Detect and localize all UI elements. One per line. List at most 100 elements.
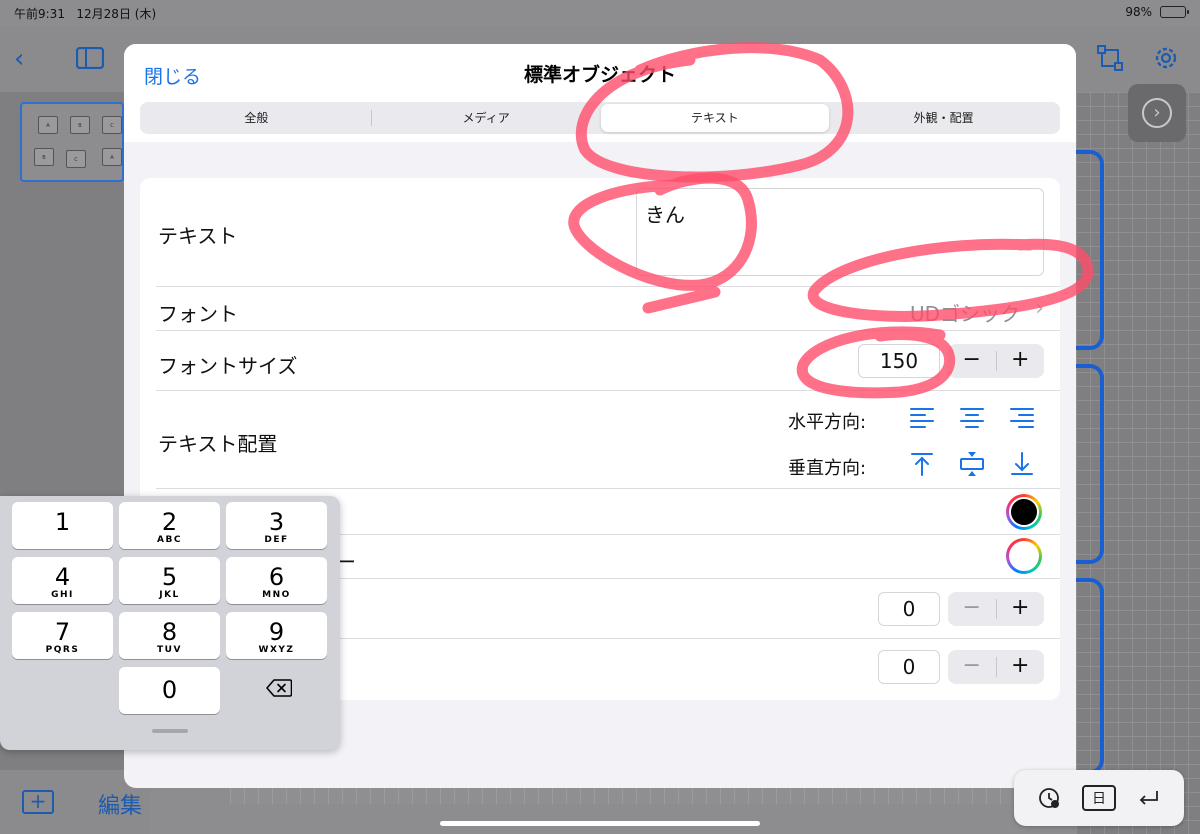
key-letters: WXYZ: [258, 645, 295, 655]
home-indicator[interactable]: [440, 821, 760, 826]
value-field-1[interactable]: 0: [878, 592, 940, 626]
decrement-button[interactable]: −: [948, 592, 996, 626]
status-time: 午前9:31 12月28日 (木): [14, 5, 156, 22]
thumbnail-key: A: [38, 116, 58, 134]
status-date-value: 12月28日 (木): [76, 7, 157, 21]
key-digit: 7: [54, 618, 71, 646]
key-digit: 4: [54, 563, 71, 591]
edit-button[interactable]: 編集: [98, 788, 142, 820]
key-5[interactable]: 5 JKL: [119, 557, 220, 604]
key-shape-outline: [1076, 150, 1104, 350]
font-value[interactable]: UDゴシック: [910, 298, 1020, 327]
calendar-icon[interactable]: 日: [1082, 785, 1116, 811]
key-2[interactable]: 2 ABC: [119, 502, 220, 549]
key-letters: TUV: [157, 645, 182, 655]
key-7[interactable]: 7 PQRS: [12, 612, 113, 659]
row-divider: [156, 390, 1060, 391]
key-letters: ABC: [157, 535, 182, 545]
key-digit: 8: [161, 618, 178, 646]
sheet-header: 閉じる 標準オブジェクト: [124, 44, 1076, 100]
chevron-right-icon[interactable]: ›: [1035, 296, 1044, 321]
increment-button[interactable]: +: [997, 344, 1045, 378]
font-size-stepper: − +: [948, 344, 1044, 378]
font-label: フォント: [158, 302, 238, 326]
battery-percent: 98%: [1125, 5, 1152, 19]
sheet-title: 標準オブジェクト: [523, 64, 676, 86]
number-keypad: 1 2 ABC 3 DEF 4 GHI 5 JKL 6 MNO 7 PQRS 8 TUV 9W…: [0, 496, 340, 750]
tab-text[interactable]: テキスト: [600, 104, 830, 132]
decrement-button[interactable]: −: [948, 344, 996, 378]
vertical-label: 垂直方向:: [788, 458, 867, 479]
status-time-value: 午前9:31: [14, 7, 65, 21]
key-8[interactable]: 8 TUV: [119, 612, 220, 659]
font-size-label: フォントサイズ: [158, 354, 298, 378]
key-9[interactable]: 9 WXYZ: [226, 612, 327, 659]
tab-appearance[interactable]: 外観・配置: [829, 104, 1058, 132]
sidebar-toggle-icon[interactable]: [75, 46, 105, 76]
key-4[interactable]: 4 GHI: [12, 557, 113, 604]
thumbnail-key: A: [102, 148, 122, 166]
tab-media[interactable]: メディア: [372, 104, 601, 132]
align-right-icon[interactable]: [1008, 404, 1036, 432]
keyboard-toolbar: 日: [1014, 770, 1184, 826]
key-digit: 1: [54, 508, 71, 536]
text-label: テキスト: [158, 224, 238, 248]
key-6[interactable]: 6 MNO: [226, 557, 327, 604]
keypad-grabber[interactable]: [152, 729, 188, 733]
decrement-button[interactable]: −: [948, 650, 996, 684]
key-digit: 3: [268, 508, 285, 536]
value-stepper-2: − +: [948, 650, 1044, 684]
align-top-icon[interactable]: [908, 450, 936, 478]
key-letters: GHI: [51, 590, 74, 600]
align-middle-icon[interactable]: [958, 450, 986, 478]
background-grid-strip: [230, 788, 1016, 804]
thumbnail-key: B: [34, 148, 54, 166]
backspace-icon[interactable]: [266, 679, 292, 697]
key-digit: 9: [268, 618, 285, 646]
row-divider: [156, 286, 1060, 287]
align-center-icon[interactable]: [958, 404, 986, 432]
tab-general[interactable]: 全般: [142, 104, 371, 132]
font-size-field[interactable]: 150: [858, 344, 940, 378]
align-bottom-icon[interactable]: [1008, 450, 1036, 478]
segmented-control: 全般 メディア テキスト 外観・配置: [140, 102, 1060, 134]
key-digit: 2: [161, 508, 178, 536]
increment-button[interactable]: +: [997, 592, 1045, 626]
text-alignment-label: テキスト配置: [158, 432, 278, 456]
text-color-swatch: [1009, 497, 1039, 527]
key-shape-outline: [1076, 578, 1104, 774]
thumbnail-key: C: [66, 150, 86, 168]
text-input[interactable]: きん: [636, 188, 1044, 276]
key-1[interactable]: 1: [12, 502, 113, 549]
thumbnail-key: B: [70, 116, 90, 134]
key-letters: MNO: [262, 590, 291, 600]
transform-icon[interactable]: [1096, 44, 1124, 79]
align-left-icon[interactable]: [908, 404, 936, 432]
add-slide-icon[interactable]: +: [22, 790, 54, 814]
tab-bar: 全般 メディア テキスト 外観・配置: [124, 100, 1076, 142]
thumbnail-key: C: [102, 116, 122, 134]
undo-keyboard-icon[interactable]: [1032, 785, 1066, 811]
slide-thumbnail[interactable]: A B C B C A: [20, 102, 124, 182]
key-0[interactable]: 0: [119, 667, 220, 714]
horizontal-label: 水平方向:: [788, 412, 867, 433]
key-digit: 5: [161, 563, 178, 591]
gear-icon[interactable]: [1152, 44, 1180, 79]
back-chevron-icon[interactable]: ‹: [14, 44, 24, 74]
return-icon[interactable]: [1132, 785, 1166, 811]
key-letters: PQRS: [45, 645, 80, 655]
key-digit: 0: [161, 676, 178, 704]
value-field-2[interactable]: 0: [878, 650, 940, 684]
status-right: 98%: [1125, 5, 1189, 19]
key-shape-outline: [1076, 364, 1104, 564]
status-bar: 午前9:31 12月28日 (木) 98%: [0, 0, 1200, 26]
key-letters: JKL: [159, 590, 180, 600]
key-letters: DEF: [264, 535, 289, 545]
key-3[interactable]: 3 DEF: [226, 502, 327, 549]
increment-button[interactable]: +: [997, 650, 1045, 684]
next-button[interactable]: ›: [1128, 84, 1186, 142]
text-color-well[interactable]: [1006, 494, 1042, 530]
chevron-right-icon: ›: [1142, 98, 1172, 128]
value-stepper-1: − +: [948, 592, 1044, 626]
background-color-well[interactable]: [1006, 538, 1042, 574]
